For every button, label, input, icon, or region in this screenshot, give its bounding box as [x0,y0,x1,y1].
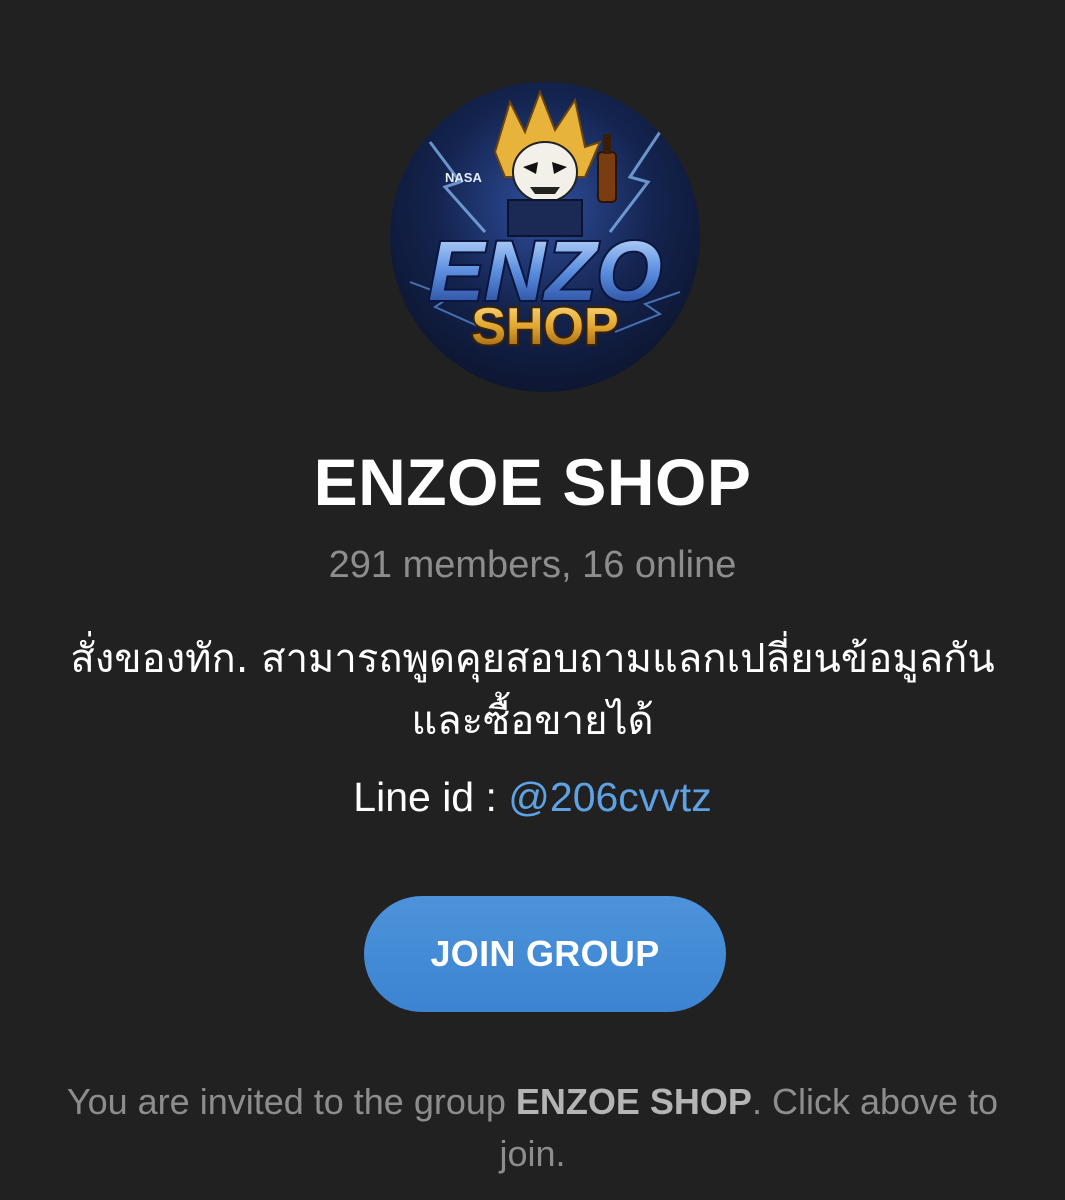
invite-prefix: You are invited to the group [66,1081,516,1122]
description-line: สั่งของทัก. สามารถพูดคุยสอบถามแลกเปลี่ยน… [70,636,995,682]
group-description: สั่งของทัก. สามารถพูดคุยสอบถามแลกเปลี่ยน… [40,628,1025,752]
svg-text:SHOP: SHOP [471,298,618,356]
enzo-shop-logo-icon: NASA ENZO SHOP [409,89,681,358]
group-title: ENZOE SHOP [313,445,752,519]
invite-note: You are invited to the group ENZOE SHOP.… [30,1076,1035,1180]
group-avatar: NASA ENZO SHOP [390,82,700,392]
member-count: 291 members, 16 online [328,544,737,586]
line-id-row: Line id : @206cvvtz [0,770,1065,824]
invite-group-name: ENZOE SHOP [515,1081,752,1122]
line-id-label: Line id : [353,774,509,820]
svg-text:NASA: NASA [445,170,482,185]
line-id-link[interactable]: @206cvvtz [508,774,711,820]
description-line: และซื้อขายได้ [411,698,654,744]
join-group-button[interactable]: JOIN GROUP [364,896,726,1012]
group-invite-card: NASA ENZO SHOP ENZOE SHOP 291 members, 1… [0,0,1065,1200]
